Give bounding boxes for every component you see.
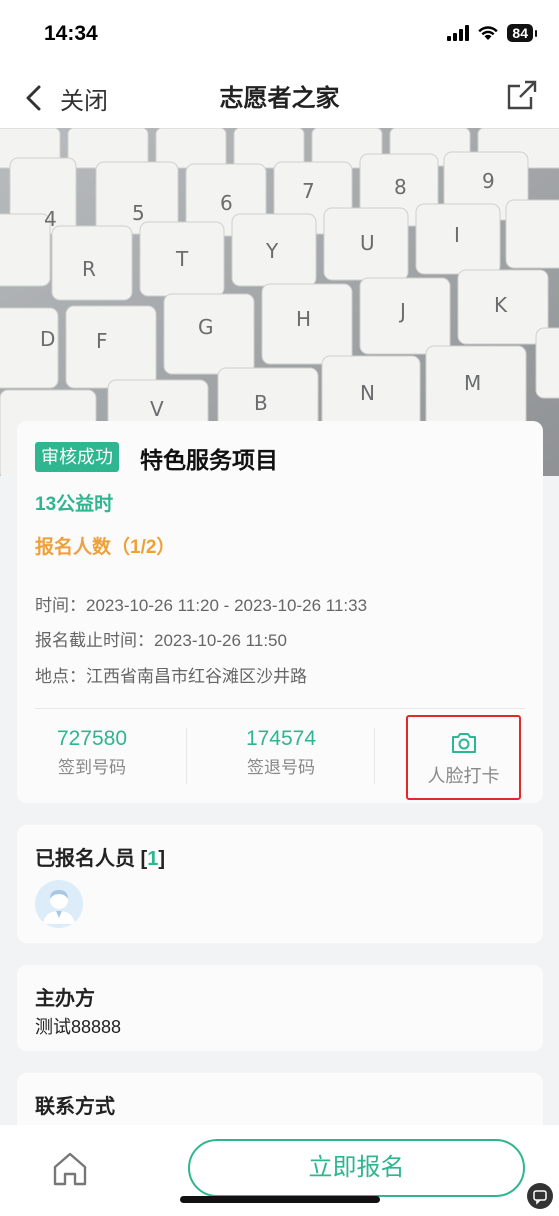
share-icon[interactable] [505,78,539,112]
svg-text:H: H [296,307,311,331]
svg-text:T: T [175,247,189,271]
project-card: 审核成功 特色服务项目 13公益时 报名人数（1/2） 时间：2023-10-2… [17,421,543,803]
page-title: 志愿者之家 [219,83,340,112]
floating-chat-icon[interactable] [527,1183,553,1209]
svg-text:Y: Y [265,239,279,263]
signal-icon [447,25,470,41]
organizer-name: 测试88888 [35,1017,122,1037]
face-checkin-label: 人脸打卡 [427,766,500,786]
svg-text:5: 5 [132,201,145,225]
nav-bar: 关闭 志愿者之家 [0,70,559,128]
svg-text:8: 8 [394,175,407,199]
svg-text:J: J [398,299,406,323]
face-checkin-button[interactable]: 人脸打卡 [406,715,521,800]
svg-text:9: 9 [482,169,495,193]
svg-text:6: 6 [220,191,233,215]
svg-text:U: U [360,231,375,255]
status-badge: 审核成功 [35,442,119,472]
time-label: 时间： [35,596,86,615]
stat-separator [186,728,187,784]
svg-text:B: B [254,391,268,415]
avatar[interactable] [35,880,83,928]
organizer-title: 主办方 [35,988,95,1010]
enroll-now-button[interactable]: 立即报名 [188,1139,525,1197]
participants-title: 已报名人员 [1] [35,848,166,870]
deadline-value: 2023-10-26 11:50 [154,631,287,650]
home-indicator [180,1196,380,1203]
svg-text:N: N [360,381,375,405]
enroll-count: 报名人数（1/2） [35,537,176,558]
checkin-code-block: 727580 签到号码 [17,727,167,778]
status-time: 14:34 [44,22,98,45]
participants-card: 已报名人员 [1] [17,825,543,943]
camera-icon [451,733,476,753]
status-bar: 14:34 84 [0,0,559,70]
divider [35,708,525,709]
project-title: 特色服务项目 [140,447,278,473]
checkout-code-block: 174574 签退号码 [206,727,356,778]
svg-text:F: F [96,329,108,353]
svg-text:I: I [454,223,460,247]
svg-text:7: 7 [302,179,315,203]
location-label: 地点： [35,667,86,686]
svg-text:V: V [150,397,164,421]
location-row: 地点：江西省南昌市红谷滩区沙井路 [35,662,307,687]
svg-text:K: K [494,293,508,317]
volunteer-hours: 13公益时 [35,494,114,515]
battery-level: 84 [507,24,537,42]
wifi-icon [478,26,499,40]
svg-text:G: G [198,315,214,339]
status-icons: 84 [447,24,537,42]
svg-text:4: 4 [44,207,57,231]
organizer-card: 主办方 测试88888 [17,965,543,1051]
checkin-label: 签到号码 [58,758,126,777]
svg-text:R: R [82,257,96,281]
time-value: 2023-10-26 11:20 - 2023-10-26 11:33 [86,596,368,615]
checkin-code: 727580 [56,727,128,750]
contact-title: 联系方式 [35,1096,115,1118]
location-value: 江西省南昌市红谷滩区沙井路 [86,667,307,686]
participants-label: 已报名人员 [35,848,135,870]
participants-count: 1 [147,848,159,870]
stat-separator [374,728,375,784]
time-row: 时间：2023-10-26 11:20 - 2023-10-26 11:33 [35,591,367,616]
checkout-code: 174574 [245,727,317,750]
svg-text:M: M [464,371,481,395]
home-icon[interactable] [50,1149,90,1189]
svg-text:D: D [40,327,55,351]
deadline-label: 报名截止时间： [35,631,154,650]
deadline-row: 报名截止时间：2023-10-26 11:50 [35,626,287,651]
checkout-label: 签退号码 [247,758,315,777]
